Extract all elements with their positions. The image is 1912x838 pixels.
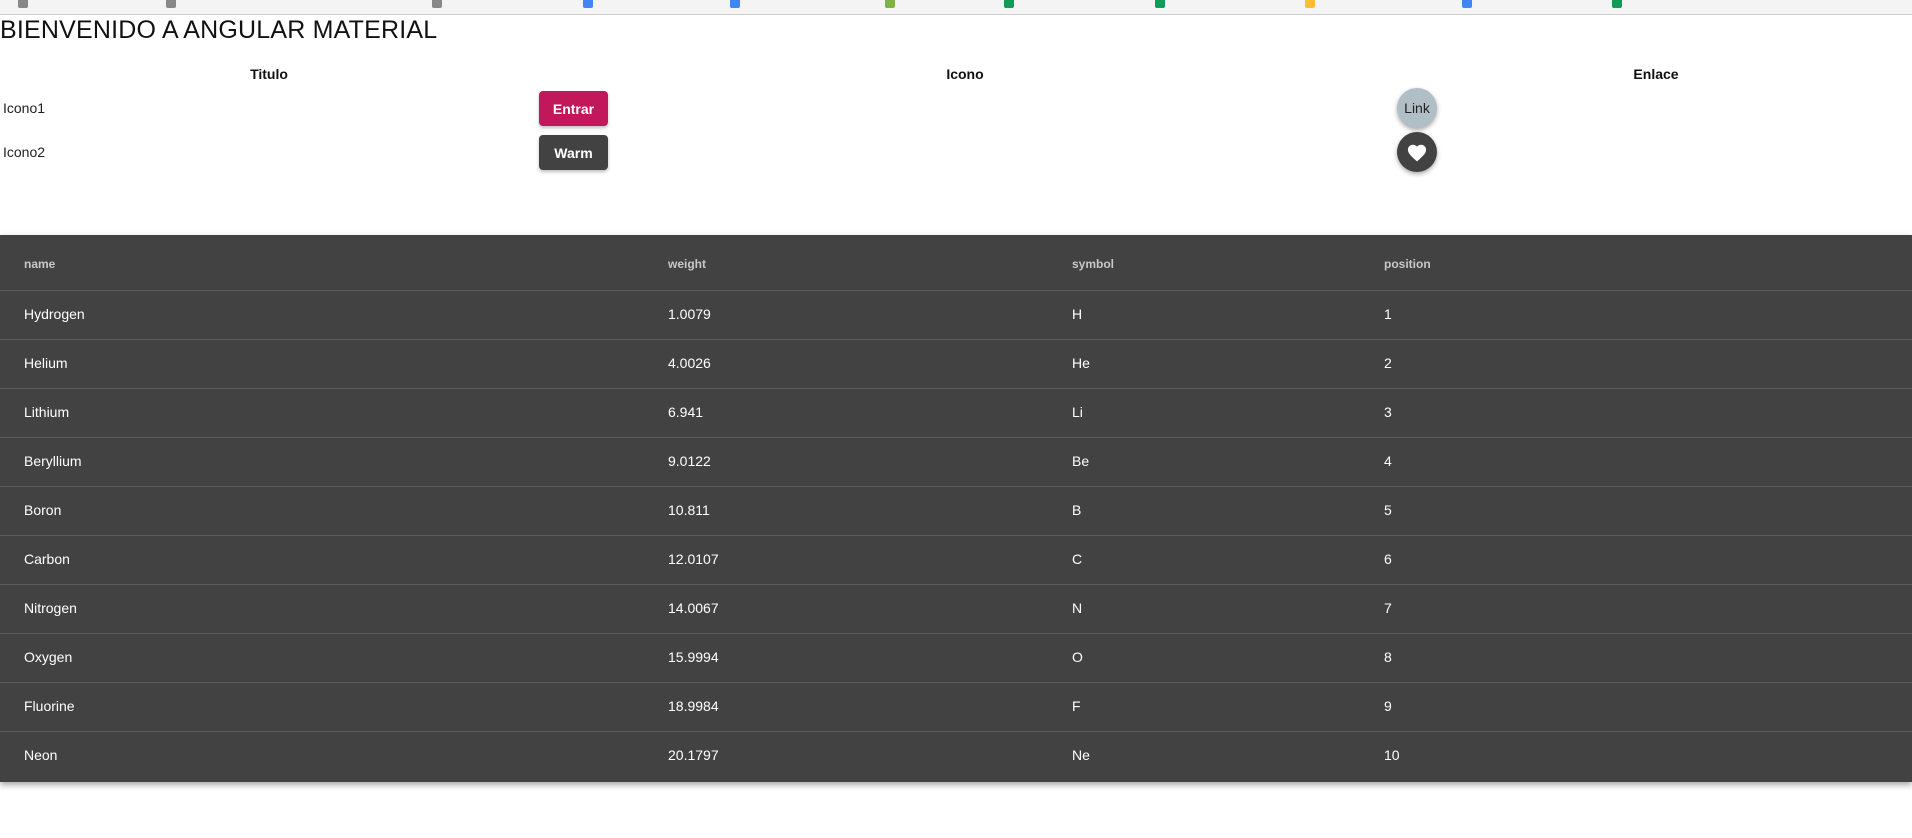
cell-symbol: F — [1072, 698, 1081, 714]
bookmark-icon[interactable] — [1155, 0, 1165, 8]
cell-name: Carbon — [24, 551, 70, 567]
cell-name: Lithium — [24, 404, 70, 420]
cell-position: 1 — [1384, 306, 1392, 322]
row-label-icono2: Icono2 — [3, 144, 46, 160]
cell-weight: 14.0067 — [668, 600, 719, 616]
table-row: Hydrogen 1.0079 H 1 — [0, 290, 1912, 340]
cell-name: Nitrogen — [24, 600, 77, 616]
table-row: Oxygen 15.9994 O 8 — [0, 633, 1912, 683]
cell-weight: 9.0122 — [668, 453, 711, 469]
cell-position: 2 — [1384, 355, 1392, 371]
cell-name: Fluorine — [24, 698, 75, 714]
table-row: Fluorine 18.9984 F 9 — [0, 682, 1912, 732]
bookmark-icon[interactable] — [1305, 0, 1315, 8]
cell-weight: 20.1797 — [668, 747, 719, 763]
cell-symbol: H — [1072, 306, 1083, 322]
bookmark-icon[interactable] — [166, 0, 176, 8]
cell-position: 10 — [1384, 747, 1400, 763]
cell-symbol: Li — [1072, 404, 1083, 420]
bookmark-icon[interactable] — [432, 0, 442, 8]
bookmark-icon[interactable] — [1612, 0, 1622, 8]
cell-weight: 12.0107 — [668, 551, 719, 567]
cell-symbol: O — [1072, 649, 1083, 665]
cell-symbol: C — [1072, 551, 1083, 567]
column-header-icono: Icono — [946, 66, 984, 82]
cell-position: 9 — [1384, 698, 1392, 714]
cell-position: 7 — [1384, 600, 1392, 616]
cell-symbol: N — [1072, 600, 1083, 616]
cell-name: Neon — [24, 747, 58, 763]
link-fab-button[interactable]: Link — [1397, 88, 1437, 128]
warm-button[interactable]: Warm — [539, 135, 608, 170]
row-label-icono1: Icono1 — [3, 100, 46, 116]
table-row: Helium 4.0026 He 2 — [0, 339, 1912, 389]
cell-symbol: B — [1072, 502, 1082, 518]
cell-name: Helium — [24, 355, 68, 371]
cell-position: 3 — [1384, 404, 1392, 420]
cell-weight: 6.941 — [668, 404, 704, 420]
cell-symbol: He — [1072, 355, 1090, 371]
table-header-weight: weight — [668, 257, 706, 271]
cell-position: 4 — [1384, 453, 1392, 469]
column-header-titulo: Titulo — [250, 66, 288, 82]
bookmark-icon[interactable] — [730, 0, 740, 8]
bookmarks-bar — [0, 0, 1912, 15]
table-row: Beryllium 9.0122 Be 4 — [0, 437, 1912, 487]
bookmark-icon[interactable] — [885, 0, 895, 8]
heart-icon — [1407, 144, 1427, 162]
cell-symbol: Ne — [1072, 747, 1090, 763]
table-row: Carbon 12.0107 C 6 — [0, 535, 1912, 585]
cell-weight: 18.9984 — [668, 698, 719, 714]
cell-position: 6 — [1384, 551, 1392, 567]
cell-name: Hydrogen — [24, 306, 85, 322]
cell-weight: 1.0079 — [668, 306, 711, 322]
table-header-position: position — [1384, 257, 1431, 271]
cell-name: Beryllium — [24, 453, 82, 469]
page-title: BIENVENIDO A ANGULAR MATERIAL — [0, 16, 438, 44]
entrar-button[interactable]: Entrar — [539, 91, 608, 126]
table-header-symbol: symbol — [1072, 257, 1115, 271]
bookmark-icon[interactable] — [1462, 0, 1472, 8]
table-row: Neon 20.1797 Ne 10 — [0, 731, 1912, 781]
cell-name: Boron — [24, 502, 62, 518]
table-row: Lithium 6.941 Li 3 — [0, 388, 1912, 438]
favorite-fab-button[interactable] — [1397, 132, 1437, 172]
bookmark-icon[interactable] — [583, 0, 593, 8]
bookmark-icon[interactable] — [1004, 0, 1014, 8]
bookmark-icon[interactable] — [18, 0, 28, 8]
cell-weight: 4.0026 — [668, 355, 711, 371]
elements-table: name weight symbol position Hydrogen 1.0… — [0, 235, 1912, 782]
table-row: Boron 10.811 B 5 — [0, 486, 1912, 536]
column-header-enlace: Enlace — [1633, 66, 1679, 82]
cell-position: 8 — [1384, 649, 1392, 665]
cell-position: 5 — [1384, 502, 1392, 518]
table-header-name: name — [24, 257, 56, 271]
cell-weight: 10.811 — [668, 502, 710, 518]
cell-weight: 15.9994 — [668, 649, 719, 665]
table-row: Nitrogen 14.0067 N 7 — [0, 584, 1912, 634]
cell-name: Oxygen — [24, 649, 73, 665]
cell-symbol: Be — [1072, 453, 1090, 469]
